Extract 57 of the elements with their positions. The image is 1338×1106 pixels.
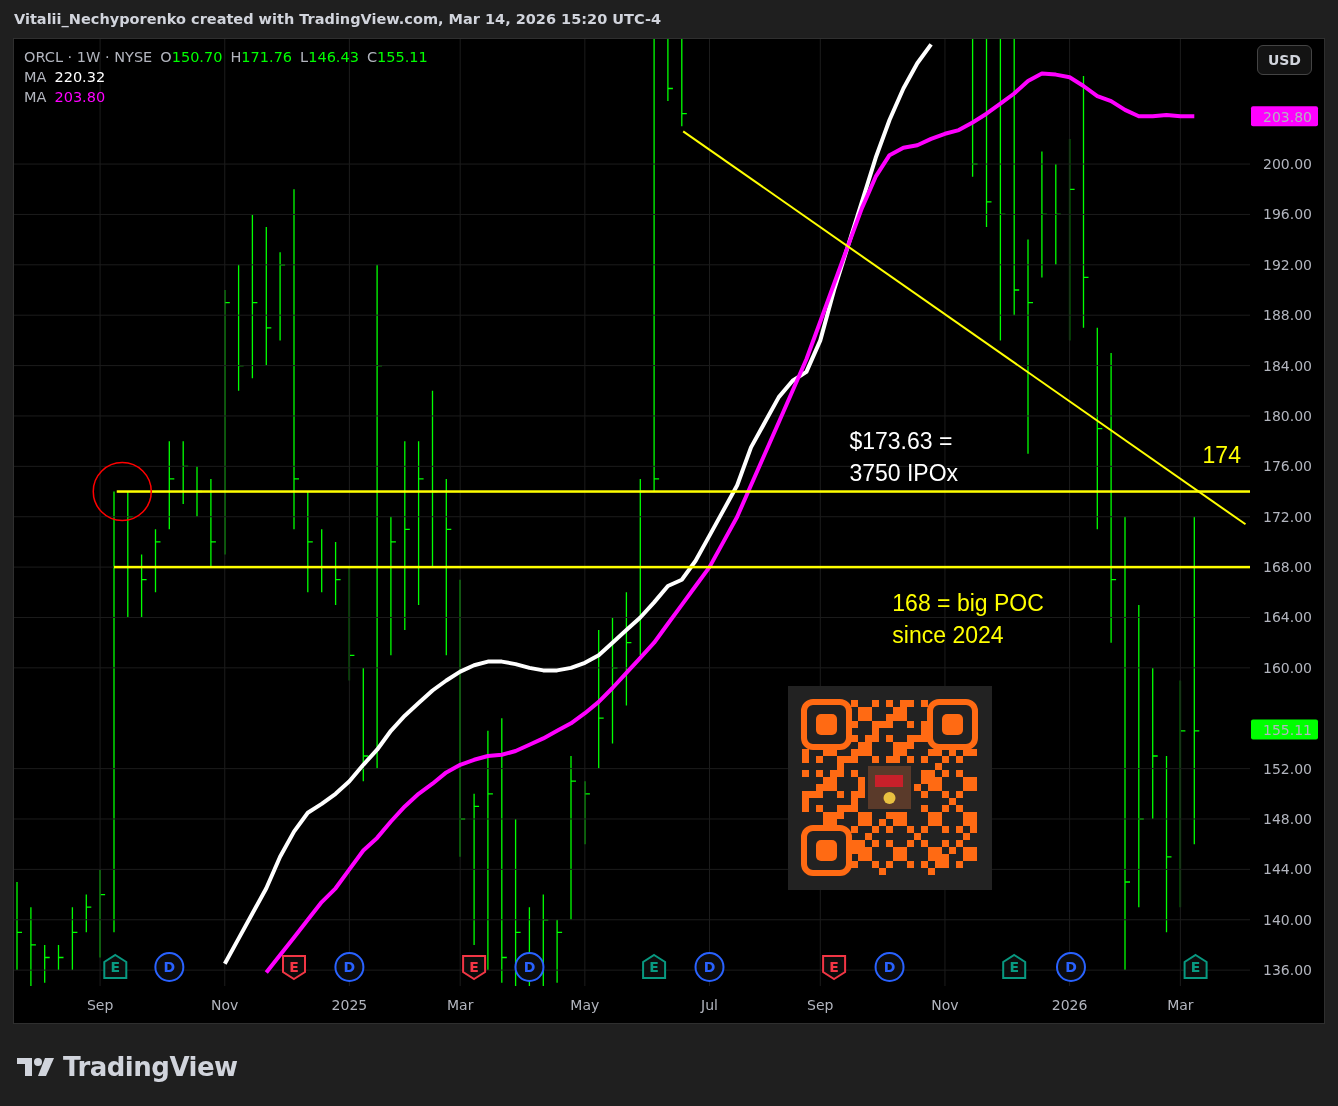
time-label: Mar <box>447 997 474 1013</box>
logo-icon <box>17 1056 55 1078</box>
indicator-value: 220.32 <box>54 69 106 85</box>
ohlc-value: L146.43 <box>300 49 359 65</box>
dividend-marker[interactable]: D <box>334 952 365 982</box>
time-label: Jul <box>701 997 718 1013</box>
price-label: 152.00 <box>1263 760 1312 777</box>
earnings-marker[interactable]: E <box>462 955 487 981</box>
indicator-name: MA <box>24 89 47 105</box>
symbol-info: ORCL · 1W · NYSE <box>24 49 153 65</box>
price-label: 184.00 <box>1263 357 1312 374</box>
brand-name: TradingView <box>63 1052 238 1082</box>
currency-button[interactable]: USD <box>1256 45 1312 75</box>
ohlc-value: H 171.76 <box>230 49 293 65</box>
time-label: Nov <box>931 997 959 1013</box>
price-label: 140.00 <box>1263 911 1312 928</box>
price-label: 136.00 <box>1263 962 1312 979</box>
time-label: 2026 <box>1051 997 1088 1013</box>
chart-note: 174 <box>1202 441 1241 468</box>
earnings-marker[interactable]: E <box>282 955 306 981</box>
price-label: 148.00 <box>1263 811 1312 827</box>
price-label: 160.00 <box>1263 659 1312 676</box>
indicator-name: MA <box>24 69 47 85</box>
dividend-marker[interactable]: D <box>514 952 545 982</box>
earnings-marker[interactable]: E <box>822 955 847 981</box>
indicator-value: 203.80 <box>54 89 106 105</box>
earnings-marker[interactable]: E <box>1183 953 1208 979</box>
time-label: May <box>570 997 600 1013</box>
chart-note: $173.63 = 3750 IPOx <box>849 427 959 486</box>
time-label: Sep <box>807 997 834 1013</box>
time-label: Nov <box>211 997 239 1013</box>
price-label: 176.00 <box>1263 458 1312 475</box>
price-label: 172.00 <box>1263 508 1312 525</box>
dividend-marker[interactable]: D <box>874 952 905 982</box>
dividend-marker[interactable]: D <box>1056 952 1086 982</box>
earnings-marker[interactable]: E <box>642 953 667 979</box>
ohlc-value: C155.11 <box>366 49 428 65</box>
price-label: 188.00 <box>1263 307 1312 324</box>
time-label: 2025 <box>331 997 368 1013</box>
price-label: 200.00 <box>1263 156 1312 173</box>
ohlc-value: O150.70 <box>160 49 223 65</box>
earnings-marker[interactable]: E <box>103 953 128 979</box>
chart-caption: Vitalii_Nechyporenko created with TradingView.com, Mar 14, 2026 15:20 UTC-4 <box>14 11 662 27</box>
dividend-marker[interactable]: D <box>154 952 185 982</box>
price-label: 196.00 <box>1263 206 1312 223</box>
time-label: Sep <box>86 997 114 1013</box>
earnings-marker[interactable]: E <box>1002 953 1027 979</box>
price-label: 144.00 <box>1263 861 1312 878</box>
price-label: 180.00 <box>1263 407 1312 424</box>
price-label: 192.00 <box>1263 256 1312 273</box>
time-label: Mar <box>1167 997 1194 1013</box>
price-label: 164.00 <box>1263 609 1312 626</box>
chart-note: 168 = big POC since 2024 <box>892 590 1044 649</box>
price-label: 168.00 <box>1263 559 1312 576</box>
price-tag: 155.11 <box>1251 719 1318 740</box>
dividend-marker[interactable]: D <box>694 952 725 982</box>
price-tag: 203.80 <box>1251 106 1318 127</box>
